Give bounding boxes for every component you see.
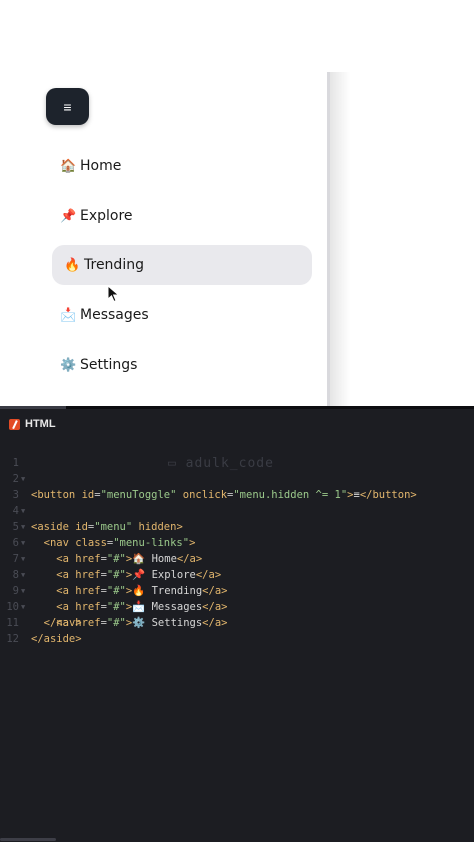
nav-link-messages[interactable]: 📩 Messages (52, 295, 312, 335)
html-file-icon (9, 418, 20, 430)
code-line: 9 ▼ <a href="#">⚙️ Settings</a> (0, 567, 474, 629)
code-line: 7 ▼ <a href="#">🔥 Trending</a> (0, 535, 474, 597)
menu-toggle-button[interactable]: ≡ (46, 88, 89, 125)
nav-link-label: Home (80, 158, 122, 174)
editor-tab[interactable]: HTML (0, 414, 56, 434)
code-line: 5 ▼ <a href="#">🏠 Home</a> (0, 503, 474, 565)
code-line: 2 (0, 455, 474, 485)
fire-icon: 🔥 (64, 257, 81, 273)
nav-link-label: Settings (80, 357, 138, 373)
line-number: 12 (6, 633, 19, 645)
mouse-cursor-icon (107, 285, 120, 303)
code-line: 1 ▼ <button id="menuToggle" onclick="men… (0, 439, 474, 501)
horizontal-scrollbar[interactable] (0, 838, 56, 841)
code-line: 10 </nav> (0, 583, 474, 629)
sidebar-shadow (330, 72, 350, 406)
nav-link-settings[interactable]: ⚙️ Settings (52, 345, 312, 385)
editor-tab-indicator (0, 406, 66, 409)
code-line: 11 </aside> (0, 599, 474, 645)
editor-top-border (0, 406, 474, 409)
nav-link-label: Explore (80, 208, 133, 224)
editor-title: HTML (25, 418, 56, 430)
nav-link-label: Trending (84, 257, 144, 273)
code-line: 4 ▼ <nav class="menu-links"> (0, 487, 474, 549)
gear-icon: ⚙️ (60, 357, 77, 373)
code-line: 12 (0, 615, 474, 645)
preview-pane: ≡ 🏠 Home 📌 Explore 🔥 Trending 📩 Messages… (0, 0, 474, 406)
code-line: 3 ▼ <aside id="menu" hidden> (0, 471, 474, 533)
code-line: 6 ▼ <a href="#">📌 Explore</a> (0, 519, 474, 581)
code-line: 8 ▼ <a href="#">📩 Messages</a> (0, 551, 474, 613)
nav-link-home[interactable]: 🏠 Home (52, 146, 312, 186)
pushpin-icon: 📌 (60, 208, 77, 224)
nav-link-explore[interactable]: 📌 Explore (52, 196, 312, 236)
code-area[interactable]: 1 ▼ <button id="menuToggle" onclick="men… (0, 439, 474, 645)
inbox-icon: 📩 (60, 307, 77, 323)
nav-link-trending[interactable]: 🔥 Trending (52, 245, 312, 285)
nav-link-label: Messages (80, 307, 149, 323)
code-editor: HTML ▭ adulk_code 1 ▼ <button id="menuTo… (0, 406, 474, 842)
house-icon: 🏠 (60, 158, 77, 174)
